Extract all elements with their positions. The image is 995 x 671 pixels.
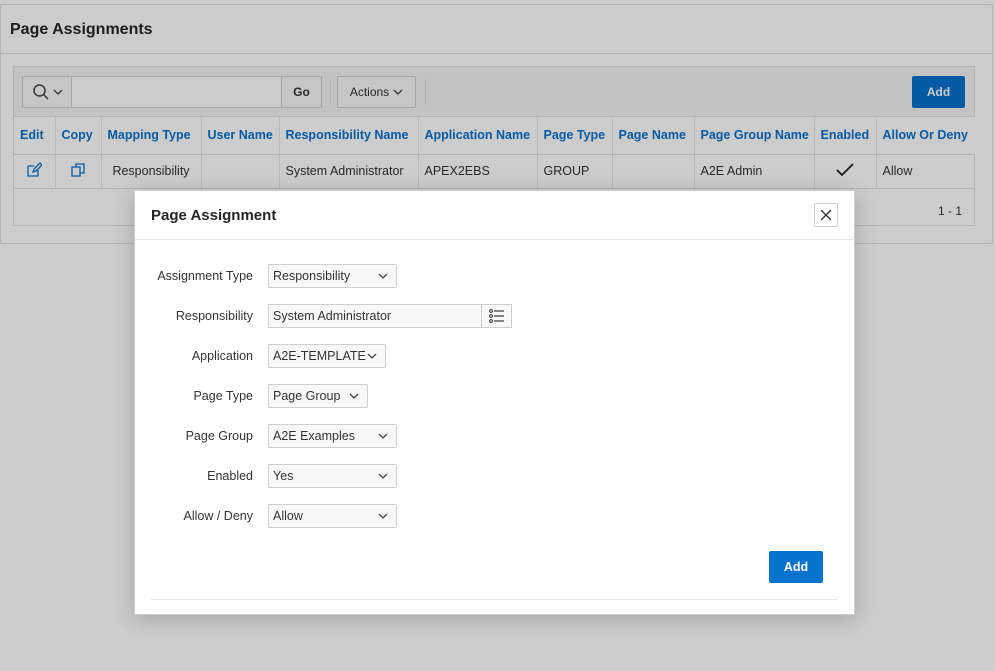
chevron-down-icon: [378, 433, 388, 439]
form-row-enabled: Enabled Yes: [135, 464, 397, 488]
enabled-value: Yes: [273, 469, 294, 483]
page-type-value: Page Group: [273, 389, 341, 403]
enabled-select[interactable]: Yes: [268, 464, 397, 488]
application-label: Application: [191, 349, 253, 363]
application-value: A2E-TEMPLATE: [273, 349, 366, 363]
chevron-down-icon: [378, 513, 388, 519]
form-row-assignment-type: Assignment Type Responsibility: [135, 264, 397, 288]
assignment-type-label: Assignment Type: [157, 269, 253, 283]
assignment-type-value: Responsibility: [273, 269, 351, 283]
allow-deny-label: Allow / Deny: [183, 509, 253, 523]
responsibility-input[interactable]: System Administrator: [268, 304, 481, 328]
allow-deny-value: Allow: [273, 509, 303, 523]
form-row-allow-deny: Allow / Deny Allow: [135, 504, 397, 528]
close-icon: [820, 209, 832, 221]
form-row-responsibility: Responsibility System Administrator: [135, 304, 512, 328]
form-row-page-group: Page Group A2E Examples: [135, 424, 397, 448]
responsibility-label: Responsibility: [175, 309, 253, 323]
responsibility-popup-lov: System Administrator: [268, 304, 512, 328]
form-row-application: Application A2E-TEMPLATE: [135, 344, 386, 368]
allow-deny-select[interactable]: Allow: [268, 504, 397, 528]
page-type-select[interactable]: Page Group: [268, 384, 368, 408]
chevron-down-icon: [378, 273, 388, 279]
dialog-title: Page Assignment: [151, 207, 277, 224]
dialog-header: Page Assignment: [135, 191, 854, 240]
page-group-value: A2E Examples: [273, 429, 355, 443]
form-row-page-type: Page Type Page Group: [135, 384, 368, 408]
assignment-type-select[interactable]: Responsibility: [268, 264, 397, 288]
list-icon: [488, 309, 504, 323]
enabled-label: Enabled: [207, 469, 253, 483]
chevron-down-icon: [349, 393, 359, 399]
list-of-values-button[interactable]: [481, 304, 512, 328]
dialog-footer-divider: [151, 599, 838, 600]
chevron-down-icon: [367, 353, 377, 359]
dialog-add-button[interactable]: Add: [769, 551, 823, 583]
page-group-select[interactable]: A2E Examples: [268, 424, 397, 448]
chevron-down-icon: [378, 473, 388, 479]
close-button[interactable]: [814, 203, 838, 227]
page-type-label: Page Type: [193, 389, 253, 403]
page-assignment-dialog: Page Assignment Assignment Type Responsi…: [134, 190, 855, 615]
application-select[interactable]: A2E-TEMPLATE: [268, 344, 386, 368]
page-group-label: Page Group: [185, 429, 253, 443]
